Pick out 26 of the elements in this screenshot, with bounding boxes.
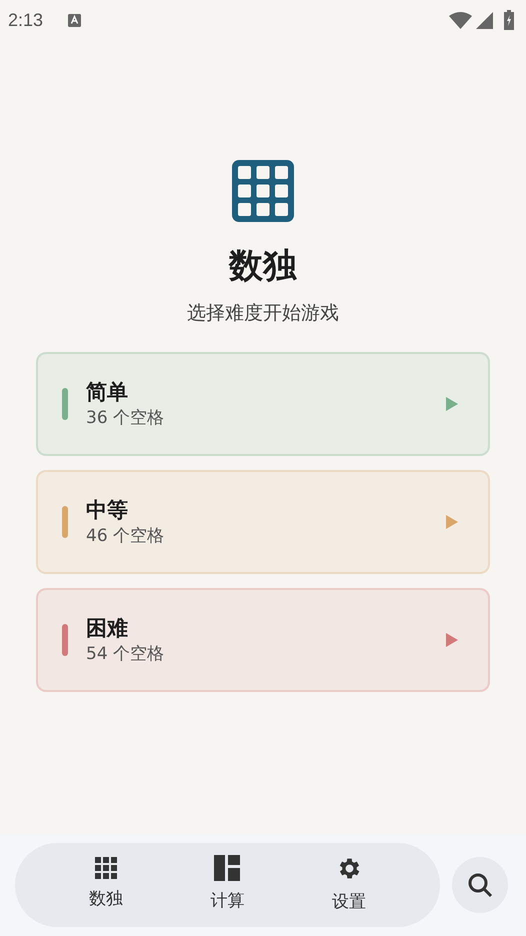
- app-title: 数独: [229, 245, 297, 288]
- difficulty-detail: 36 个空格: [86, 407, 166, 430]
- battery-icon: [504, 10, 514, 30]
- difficulty-detail: 46 个空格: [86, 525, 166, 548]
- dashboard-icon: [214, 855, 240, 882]
- difficulty-name: 中等: [86, 497, 129, 524]
- nav-tab[interactable]: 数独: [70, 857, 141, 913]
- signal-icon: [476, 12, 493, 28]
- difficulty-name: 简单: [86, 379, 129, 406]
- nav-tab[interactable]: 设置: [314, 854, 384, 916]
- grid-icon: [94, 857, 117, 880]
- wifi-icon: [449, 12, 472, 28]
- play-icon: [446, 633, 458, 647]
- search-icon: [467, 872, 493, 898]
- subtitle: 选择难度开始游戏: [187, 301, 339, 326]
- grid-icon: [232, 160, 294, 222]
- keyboard-icon: [68, 14, 82, 26]
- status-time: 2:13: [8, 8, 44, 32]
- play-icon: [446, 515, 458, 529]
- difficulty-card[interactable]: 困难 54 个空格: [36, 588, 490, 692]
- difficulty-name: 困难: [86, 615, 129, 642]
- difficulty-card[interactable]: 中等 46 个空格: [36, 470, 490, 574]
- nav-tab[interactable]: 计算: [192, 855, 262, 915]
- difficulty-card[interactable]: 简单 36 个空格: [36, 352, 490, 456]
- play-icon: [446, 397, 458, 411]
- difficulty-detail: 54 个空格: [86, 643, 166, 666]
